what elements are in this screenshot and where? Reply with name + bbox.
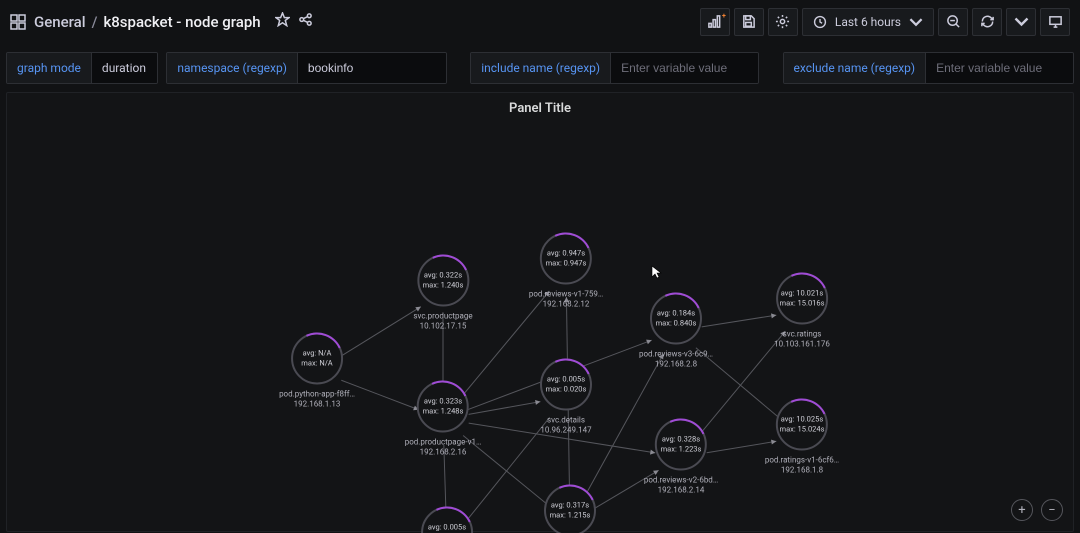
panel-title[interactable]: Panel Title: [7, 93, 1073, 120]
settings-button[interactable]: [768, 8, 798, 36]
node-caption: pod.productpage-v1…192.168.2.16: [405, 438, 482, 458]
var-value[interactable]: duration: [92, 53, 157, 83]
var-namespace[interactable]: namespace (regexp): [166, 52, 447, 84]
var-label: exclude name (regexp): [784, 53, 927, 83]
graph-node[interactable]: avg: 0.947smax: 0.947s pod.reviews-v1-759…: [529, 233, 603, 310]
refresh-interval-button[interactable]: [1006, 8, 1036, 36]
node-caption: svc.productpage10.102.17.15: [413, 312, 472, 332]
exclude-input[interactable]: [926, 53, 1073, 83]
node-graph-panel: Panel Title avg: N/Amax: N/A pod.python-a…: [6, 92, 1074, 532]
node-ring: avg: 0.184smax: 0.840s: [650, 293, 702, 345]
node-caption: pod.reviews-v3-6c9…192.168.2.8: [639, 350, 713, 370]
graph-node[interactable]: avg: 0.005smax: 0.020s svc.details10.96.2…: [540, 359, 592, 436]
node-ring: avg: 10.021smax: 15.016s: [776, 273, 828, 325]
dashboard-icon[interactable]: [10, 14, 26, 30]
node-caption: svc.ratings10.103.161.176: [774, 330, 830, 350]
node-avg: avg: N/A: [303, 349, 332, 359]
graph-node[interactable]: avg: N/Amax: N/A pod.python-app-f8ff…192.…: [279, 333, 355, 410]
node-avg: avg: 0.947s: [547, 249, 585, 259]
node-avg: avg: 0.328s: [662, 435, 700, 445]
node-caption: pod.python-app-f8ff…192.168.1.13: [279, 390, 355, 410]
node-max: max: 1.248s: [423, 407, 464, 417]
graph-node[interactable]: avg: 0.323smax: 1.248s pod.productpage-v1…: [405, 381, 482, 458]
node-caption: svc.details10.96.249.147: [540, 416, 591, 436]
node-ring: avg: 0.328smax: 1.223s: [655, 419, 707, 471]
node-avg: avg: 0.005s: [428, 523, 466, 533]
node-avg: avg: 10.025s: [781, 415, 823, 425]
graph-edges: [7, 123, 1073, 531]
graph-node[interactable]: avg: 0.184smax: 0.840s pod.reviews-v3-6c9…: [639, 293, 713, 370]
save-button[interactable]: [734, 8, 764, 36]
add-panel-button[interactable]: +: [700, 8, 730, 36]
node-max: max: 0.020s: [546, 385, 587, 395]
page-title[interactable]: k8spacket - node graph: [103, 13, 260, 31]
node-max: max: 1.223s: [661, 445, 702, 455]
node-max: max: 15.024s: [779, 425, 824, 435]
var-include[interactable]: include name (regexp): [470, 52, 759, 84]
breadcrumb-folder[interactable]: General: [34, 13, 86, 31]
node-max: max: 0.947s: [546, 259, 587, 269]
node-ring: avg: 0.317smax: 1.215s: [544, 485, 596, 533]
node-ring: avg: 0.947smax: 0.947s: [540, 233, 592, 285]
graph-node[interactable]: avg: 0.328smax: 1.223s pod.reviews-v2-6bd…: [644, 419, 718, 496]
node-caption: pod.reviews-v2-6bd…192.168.2.14: [644, 476, 718, 496]
breadcrumb: General / k8spacket - node graph: [10, 12, 696, 31]
graph-node[interactable]: avg: 0.322smax: 1.240s svc.productpage10.…: [413, 255, 472, 332]
node-avg: avg: 0.184s: [657, 309, 695, 319]
chevron-down-icon: [1014, 14, 1029, 29]
cycle-view-button[interactable]: [1040, 8, 1070, 36]
var-graph-mode[interactable]: graph mode duration: [6, 52, 158, 84]
include-input[interactable]: [611, 53, 758, 83]
node-max: max: 1.215s: [550, 511, 591, 521]
zoom-out-button[interactable]: −: [1041, 499, 1063, 521]
graph-node[interactable]: avg: 0.317smax: 1.215ssvc.reviews10.98.1…: [544, 485, 596, 533]
zoom-in-button[interactable]: +: [1011, 499, 1033, 521]
zoom-controls: + −: [1011, 499, 1063, 521]
chevron-down-icon: [909, 15, 923, 29]
plus-icon: +: [722, 12, 726, 20]
time-range-label: Last 6 hours: [835, 15, 901, 29]
var-label: include name (regexp): [471, 53, 611, 83]
var-exclude[interactable]: exclude name (regexp): [783, 52, 1074, 84]
graph-node[interactable]: avg: 10.025smax: 15.024s pod.ratings-v1-6…: [765, 399, 839, 476]
var-label: namespace (regexp): [167, 53, 298, 83]
node-ring: avg: 0.323smax: 1.248s: [417, 381, 469, 433]
star-icon[interactable]: [275, 12, 290, 31]
node-max: max: 15.016s: [779, 299, 824, 309]
share-icon[interactable]: [298, 12, 313, 31]
refresh-button[interactable]: [972, 8, 1002, 36]
node-caption: pod.ratings-v1-6cf6…192.168.1.8: [765, 456, 839, 476]
namespace-input[interactable]: [298, 53, 446, 83]
node-caption: pod.reviews-v1-759…192.168.2.12: [529, 290, 603, 310]
node-avg: avg: 0.005s: [547, 375, 585, 385]
node-graph-canvas[interactable]: avg: N/Amax: N/A pod.python-app-f8ff…192.…: [7, 123, 1073, 531]
node-ring: avg: 0.005smax: 0.020s: [540, 359, 592, 411]
variable-bar: graph mode duration namespace (regexp) i…: [0, 44, 1080, 92]
node-avg: avg: 0.317s: [551, 501, 589, 511]
node-ring: avg: N/Amax: N/A: [291, 333, 343, 385]
node-max: max: 0.840s: [656, 319, 697, 329]
node-avg: avg: 0.323s: [424, 397, 462, 407]
topbar: General / k8spacket - node graph + Last …: [0, 0, 1080, 44]
node-max: max: N/A: [301, 359, 332, 369]
graph-node[interactable]: avg: 0.005smax: 0.020spod.details-v1-7f4…: [410, 507, 484, 533]
node-ring: avg: 10.025smax: 15.024s: [776, 399, 828, 451]
node-avg: avg: 0.322s: [424, 271, 462, 281]
node-ring: avg: 0.005smax: 0.020s: [421, 507, 473, 533]
time-picker[interactable]: Last 6 hours: [802, 8, 934, 36]
breadcrumb-sep: /: [92, 13, 98, 31]
node-avg: avg: 10.021s: [781, 289, 823, 299]
zoom-out-time-button[interactable]: [938, 8, 968, 36]
node-ring: avg: 0.322smax: 1.240s: [417, 255, 469, 307]
graph-node[interactable]: avg: 10.021smax: 15.016s svc.ratings10.10…: [774, 273, 830, 350]
node-max: max: 1.240s: [423, 281, 464, 291]
var-label: graph mode: [7, 53, 92, 83]
